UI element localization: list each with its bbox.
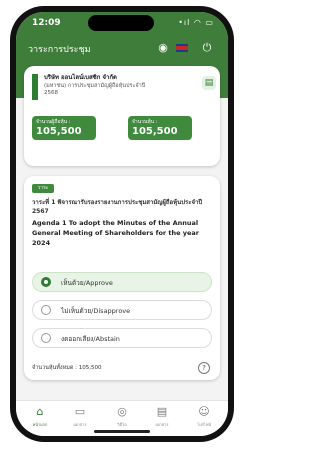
phone-frame: 12:09 •ıl ◠ ▭ วาระการประชุม ◉ ⏻ บริษัท อ… [10, 6, 234, 442]
agenda-title-english: Agenda 1 To adopt the Minutes of the Ann… [32, 219, 200, 247]
meeting-name: (มหาชน) การประชุมสามัญผู้ถือหุ้นประจำปี [44, 83, 146, 89]
vote-option-approve[interactable]: เห็นด้วย/Approve [32, 272, 212, 292]
app-screen: 12:09 •ıl ◠ ▭ วาระการประชุม ◉ ⏻ บริษัท อ… [16, 12, 228, 436]
document-icon: ▤ [204, 78, 214, 88]
option-label: งดออกเสียง/Abstain [61, 335, 120, 343]
agenda-badge: วาระ [32, 184, 54, 193]
tab-label: เอกสาร [155, 422, 169, 427]
eye-icon[interactable]: ◉ [156, 41, 170, 55]
company-logo [32, 74, 38, 100]
tab-documents[interactable]: ▤ เอกสาร [144, 405, 180, 433]
tab-profile[interactable]: ☺ โปรไฟล์ [186, 405, 222, 433]
radio-selected-icon[interactable] [41, 277, 51, 287]
status-icons: •ıl ◠ ▭ [178, 18, 214, 27]
help-icon[interactable]: ? [198, 362, 210, 374]
option-label: เห็นด้วย/Approve [61, 279, 113, 287]
video-icon: ◎ [117, 405, 127, 418]
agenda-title-thai: วาระที่ 1 พิจารณารับรองรายงานการประชุมสา… [32, 199, 203, 215]
option-label: ไม่เห็นด้วย/Disapprove [61, 307, 131, 315]
dynamic-island [88, 15, 154, 31]
stat-label: จำนวนหุ้น : [132, 119, 158, 125]
tab-label: หน้าแรก [32, 422, 48, 427]
stat-label: จำนวนผู้ถือหุ้น : [36, 119, 71, 125]
total-shares-row: จำนวนหุ้นทั้งหมด : 105,500 ? [32, 362, 212, 374]
company-name: บริษัท ออนไลน์เบสซิก จำกัด [44, 74, 117, 81]
app-bar: วาระการประชุม ◉ ⏻ [16, 38, 228, 60]
document-button[interactable]: ▤ [202, 76, 216, 90]
language-flag-icon[interactable] [176, 44, 188, 52]
radio-icon[interactable] [41, 333, 51, 343]
home-indicator[interactable] [94, 430, 150, 433]
user-icon: ☺ [198, 405, 210, 418]
tab-label: วิดีโอ [117, 422, 127, 427]
company-card: บริษัท ออนไลน์เบสซิก จำกัด (มหาชน) การปร… [24, 66, 220, 166]
shareholder-count-box: จำนวนผู้ถือหุ้น : 105,500 [32, 116, 96, 140]
agenda-card: วาระ วาระที่ 1 พิจารณารับรองรายงานการประ… [24, 176, 220, 380]
total-shares-text: จำนวนหุ้นทั้งหมด : 105,500 [32, 365, 102, 371]
status-time: 12:09 [32, 18, 61, 28]
stat-value: 105,500 [132, 126, 178, 137]
home-icon: ⌂ [36, 405, 44, 418]
radio-icon[interactable] [41, 305, 51, 315]
tab-label: โปรไฟล์ [196, 422, 212, 427]
document-icon: ▤ [156, 405, 168, 418]
share-count-box: จำนวนหุ้น : 105,500 [128, 116, 192, 140]
meeting-year: 2568 [44, 90, 58, 96]
logout-icon[interactable]: ⏻ [200, 41, 214, 55]
vote-option-disapprove[interactable]: ไม่เห็นด้วย/Disapprove [32, 300, 212, 320]
folder-icon: ▭ [74, 405, 86, 418]
tab-folder[interactable]: ▭ เอกสาร [62, 405, 98, 433]
page-title: วาระการประชุม [28, 45, 91, 55]
stat-value: 105,500 [36, 126, 82, 137]
vote-option-abstain[interactable]: งดออกเสียง/Abstain [32, 328, 212, 348]
tab-video[interactable]: ◎ วิดีโอ [104, 405, 140, 433]
status-bar: 12:09 •ıl ◠ ▭ [16, 12, 228, 32]
tab-label: เอกสาร [73, 422, 87, 427]
tab-home[interactable]: ⌂ หน้าแรก [22, 405, 58, 433]
